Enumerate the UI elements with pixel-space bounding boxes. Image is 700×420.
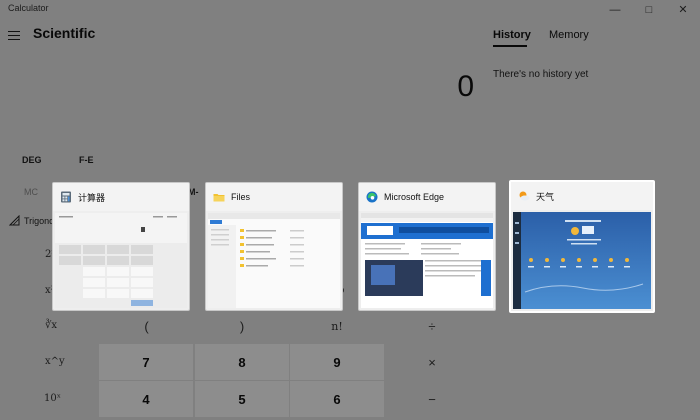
- files-thumbnail: [208, 213, 340, 308]
- task-card-header: 天气: [511, 182, 653, 210]
- edge-icon: [366, 191, 378, 203]
- task-card-label: Microsoft Edge: [384, 192, 445, 202]
- folder-icon: [213, 194, 225, 202]
- task-card-weather[interactable]: 天气: [509, 180, 655, 313]
- task-card-header: 计算器: [53, 183, 189, 211]
- weather-thumbnail: [513, 212, 651, 309]
- edge-thumbnail: [361, 213, 493, 308]
- task-card-label: 天气: [536, 191, 555, 202]
- task-card-files[interactable]: Files: [205, 182, 343, 311]
- calculator-thumbnail: [55, 213, 187, 308]
- calculator-icon: [61, 191, 71, 203]
- task-card-header: Microsoft Edge: [359, 183, 495, 211]
- task-card-label: 计算器: [78, 192, 106, 203]
- task-card-edge[interactable]: Microsoft Edge: [358, 182, 496, 311]
- weather-icon: [519, 191, 530, 201]
- task-switcher: 计算器 Files Microsoft Edge 天气: [0, 0, 700, 420]
- task-card-calculator[interactable]: 计算器: [52, 182, 190, 311]
- task-card-label: Files: [231, 192, 251, 202]
- task-card-header: Files: [206, 183, 342, 211]
